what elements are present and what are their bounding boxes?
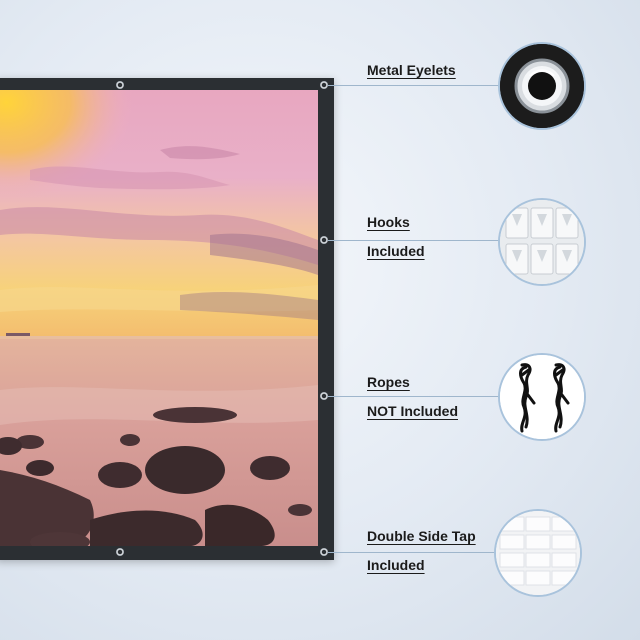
feature-label-ropes: Ropes [367,374,410,390]
projector-screen [0,78,334,560]
eyelet-middle-right [320,236,328,244]
double-side-tape-icon [494,509,582,597]
feature-label-eyelets: Metal Eyelets [367,62,456,78]
connector-line-tape [328,552,500,553]
feature-sublabel-ropes: NOT Included [367,403,458,419]
hooks-icon [498,198,586,286]
connector-line-eyelets [328,85,500,86]
eyelet-lower-right [320,392,328,400]
sunset-seascape-image [0,90,318,546]
eyelet-bottom-center [116,548,124,556]
feature-label-hooks: Hooks [367,214,410,230]
eyelet-top-right [320,81,328,89]
feature-sublabel-hooks: Included [367,243,425,259]
feature-label-tape: Double Side Tap [367,528,476,544]
connector-line-ropes [328,396,500,397]
feature-sublabel-tape: Included [367,557,425,573]
eyelet-bottom-right [320,548,328,556]
connector-line-hooks [328,240,500,241]
ropes-icon [498,353,586,441]
metal-eyelet-icon [498,42,586,130]
eyelet-top-center [116,81,124,89]
